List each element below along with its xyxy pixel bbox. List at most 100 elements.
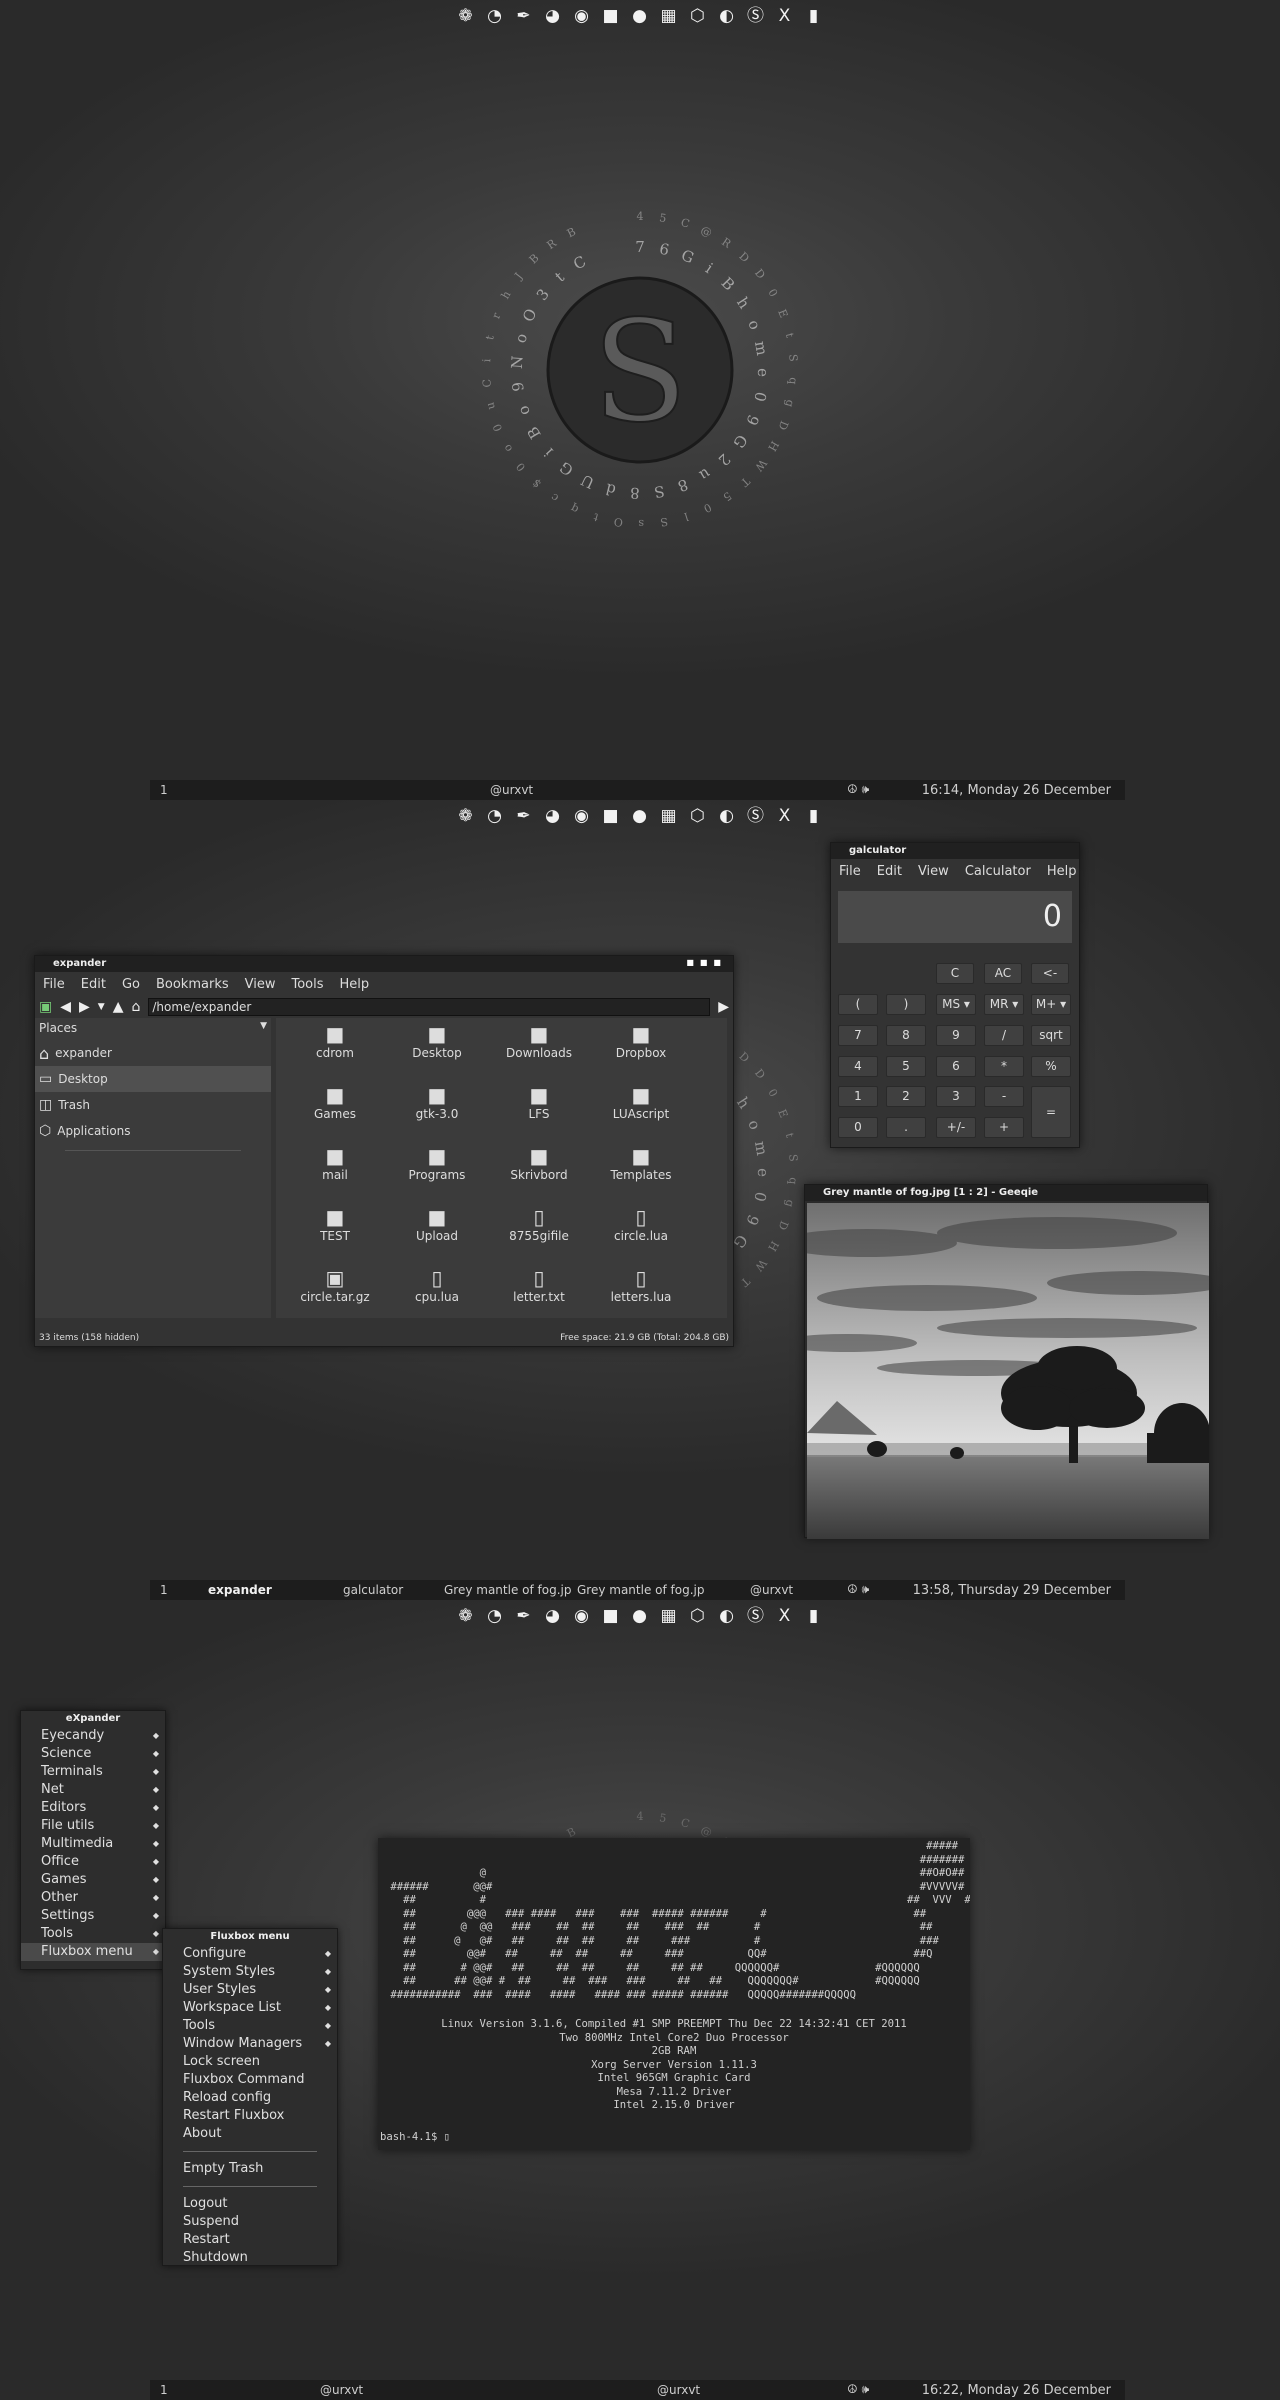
skype-icon[interactable]: Ⓢ xyxy=(744,805,767,828)
calc-button[interactable]: 6 xyxy=(936,1056,976,1077)
workspace-number[interactable]: 1 xyxy=(160,783,168,797)
chrome-icon[interactable]: ◉ xyxy=(570,5,593,28)
burn-icon[interactable]: ◕ xyxy=(541,5,564,28)
menu-edit[interactable]: Edit xyxy=(869,864,910,879)
pen-icon[interactable]: ✒ xyxy=(512,5,535,28)
calc-button[interactable]: 5 xyxy=(886,1056,926,1077)
file-item[interactable]: ▯ letter.txt xyxy=(488,1266,590,1327)
volume-icon[interactable]: 🕪 xyxy=(862,2382,870,2396)
calc-button[interactable]: % xyxy=(1031,1056,1071,1077)
menu-item[interactable]: Terminals ◆ xyxy=(21,1763,165,1781)
terminal-window[interactable]: ##### ####### @ ##O#O## ###### @@# #VVVV… xyxy=(378,1838,970,2150)
calc-button[interactable]: MS ▾ xyxy=(936,994,976,1015)
calc-button[interactable]: / xyxy=(984,1025,1024,1046)
menu-item[interactable]: Office ◆ xyxy=(21,1853,165,1871)
chat-icon[interactable]: ● xyxy=(628,805,651,828)
wifi-icon[interactable]: ☮ xyxy=(847,2382,858,2396)
folder-icon[interactable]: ■ xyxy=(599,1605,622,1628)
wifi-icon[interactable]: ☮ xyxy=(847,782,858,796)
go-icon[interactable]: ▶ xyxy=(718,999,729,1015)
menu-help[interactable]: Help xyxy=(1039,864,1085,879)
place-desktop[interactable]: ▭ Desktop xyxy=(35,1066,271,1092)
calc-button[interactable]: MR ▾ xyxy=(984,994,1024,1015)
calc-button[interactable]: M+ ▾ xyxy=(1031,994,1071,1015)
calc-button[interactable]: 9 xyxy=(936,1025,976,1046)
chat-icon[interactable]: ● xyxy=(628,1605,651,1628)
file-item[interactable]: ■ Programs xyxy=(386,1144,488,1205)
menu-item[interactable]: Eyecandy ◆ xyxy=(21,1727,165,1745)
box-icon[interactable]: ⬡ xyxy=(686,805,709,828)
task-geeqie[interactable]: Grey mantle of fog.jp xyxy=(444,1583,571,1597)
menu-item[interactable]: Restart Fluxbox xyxy=(163,2107,337,2125)
task-geeqie-2[interactable]: Grey mantle of fog.jp xyxy=(577,1583,704,1597)
back-icon[interactable]: ◀ xyxy=(60,999,71,1015)
file-item[interactable]: ■ Templates xyxy=(590,1144,692,1205)
file-item[interactable]: ■ LUAscript xyxy=(590,1083,692,1144)
task-expander[interactable]: expander xyxy=(208,1583,272,1597)
menu-file[interactable]: File xyxy=(35,977,73,992)
folder-icon[interactable]: ■ xyxy=(599,805,622,828)
file-item[interactable]: ■ cdrom xyxy=(284,1022,386,1083)
place-applications[interactable]: ⬡ Applications xyxy=(35,1118,271,1144)
task-galculator[interactable]: galculator xyxy=(343,1583,403,1597)
fluxbox-icon[interactable]: ❁ xyxy=(454,1605,477,1628)
menu-item[interactable]: Tools ◆ xyxy=(163,2017,337,2035)
skype-icon[interactable]: Ⓢ xyxy=(744,1605,767,1628)
history-dropdown-icon[interactable]: ▼ xyxy=(98,1002,105,1012)
menu-go[interactable]: Go xyxy=(114,977,148,992)
file-item[interactable]: ■ TEST xyxy=(284,1205,386,1266)
up-icon[interactable]: ▲ xyxy=(113,999,124,1015)
file-item[interactable]: ■ LFS xyxy=(488,1083,590,1144)
menu-item[interactable]: Lock screen xyxy=(163,2053,337,2071)
menu-item[interactable]: About xyxy=(163,2125,337,2143)
workspace-number[interactable]: 1 xyxy=(160,2383,168,2397)
fluxbox-icon[interactable]: ❁ xyxy=(454,5,477,28)
forward-icon[interactable]: ▶ xyxy=(79,999,90,1015)
chevron-down-icon[interactable]: ▼ xyxy=(260,1021,267,1037)
file-item[interactable]: ■ mail xyxy=(284,1144,386,1205)
calc-button[interactable]: AC xyxy=(984,963,1022,984)
file-item[interactable]: ▯ circle.lua xyxy=(590,1205,692,1266)
menu-view[interactable]: View xyxy=(910,864,957,879)
file-item[interactable]: ▯ letters.lua xyxy=(590,1266,692,1327)
calc-button[interactable]: sqrt xyxy=(1031,1025,1071,1046)
calc-button[interactable]: ( xyxy=(838,994,878,1015)
menu-item[interactable]: Shutdown xyxy=(163,2249,337,2267)
file-item[interactable]: ▯ 8755gifile xyxy=(488,1205,590,1266)
menu-item[interactable]: Net ◆ xyxy=(21,1781,165,1799)
menu-edit[interactable]: Edit xyxy=(73,977,114,992)
burn-icon[interactable]: ◕ xyxy=(541,1605,564,1628)
volume-icon[interactable]: 🕪 xyxy=(862,1582,870,1596)
menu-item[interactable]: Science ◆ xyxy=(21,1745,165,1763)
file-item[interactable]: ▣ circle.tar.gz xyxy=(284,1266,386,1327)
firefox-icon[interactable]: ◔ xyxy=(483,5,506,28)
menu-calculator[interactable]: Calculator xyxy=(957,864,1039,879)
menu-item[interactable]: Window Managers ◆ xyxy=(163,2035,337,2053)
task-urxvt[interactable]: @urxvt xyxy=(750,1583,793,1597)
menu-item[interactable]: Tools ◆ xyxy=(21,1925,165,1943)
menu-item[interactable]: Other ◆ xyxy=(21,1889,165,1907)
menu-item[interactable]: Multimedia ◆ xyxy=(21,1835,165,1853)
menu-item[interactable]: Restart xyxy=(163,2231,337,2249)
box-icon[interactable]: ⬡ xyxy=(686,5,709,28)
menu-item[interactable]: System Styles ◆ xyxy=(163,1963,337,1981)
calc-button[interactable]: * xyxy=(984,1056,1024,1077)
calculator-icon[interactable]: ▦ xyxy=(657,805,680,828)
file-item[interactable]: ■ Desktop xyxy=(386,1022,488,1083)
shell-prompt[interactable]: bash-4.1$ ▯ xyxy=(380,2131,450,2145)
pen-icon[interactable]: ✒ xyxy=(512,805,535,828)
menu-tools[interactable]: Tools xyxy=(283,977,331,992)
file-item[interactable]: ■ gtk-3.0 xyxy=(386,1083,488,1144)
menu-file[interactable]: File xyxy=(831,864,869,879)
burn-icon[interactable]: ◕ xyxy=(541,805,564,828)
document-icon[interactable]: ▮ xyxy=(802,5,825,28)
calculator-icon[interactable]: ▦ xyxy=(657,5,680,28)
wifi-icon[interactable]: ☮ xyxy=(847,1582,858,1596)
calc-button[interactable]: + xyxy=(984,1117,1024,1138)
pen-icon[interactable]: ✒ xyxy=(512,1605,535,1628)
menu-item[interactable]: File utils ◆ xyxy=(21,1817,165,1835)
menu-item[interactable]: Fluxbox Command xyxy=(163,2071,337,2089)
calc-button[interactable]: +/- xyxy=(936,1117,976,1138)
calc-button[interactable]: 3 xyxy=(936,1086,976,1107)
file-item[interactable]: ■ Skrivbord xyxy=(488,1144,590,1205)
